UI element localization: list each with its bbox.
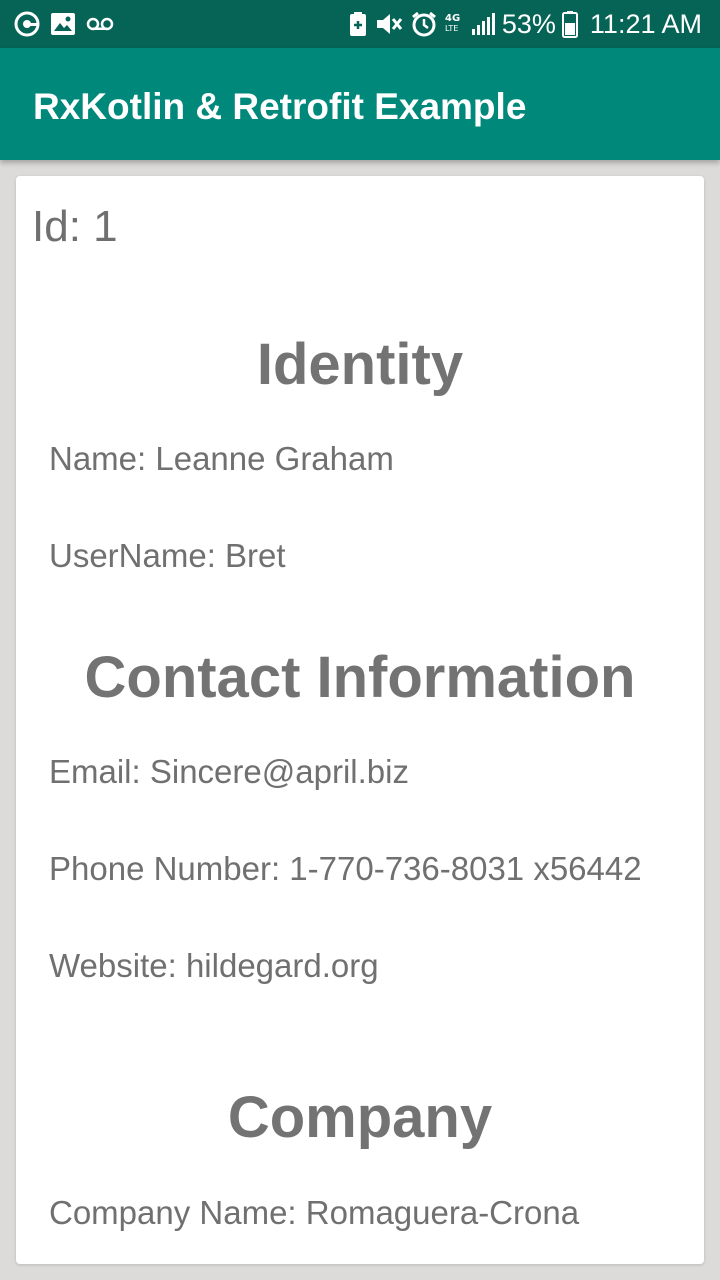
battery-saver-icon (348, 11, 368, 37)
app-toolbar: RxKotlin & Retrofit Example (0, 48, 720, 160)
voicemail-icon (86, 16, 114, 32)
company-heading: Company (227, 1085, 493, 1150)
signal-icon (470, 11, 496, 37)
app-notification-icon (14, 11, 40, 37)
svg-text:4G: 4G (445, 13, 460, 24)
username-field: UserName: Bret (49, 537, 286, 574)
company-name-field: Company Name: Romaguera-Crona (49, 1194, 580, 1231)
status-left-icons (14, 9, 114, 39)
identity-heading: Identity (256, 332, 464, 397)
status-bar: 4G LTE 53% 11:21 AM (0, 0, 720, 48)
battery-icon (561, 10, 578, 38)
image-icon (50, 12, 76, 36)
website-field: Website: hildegard.org (49, 947, 379, 984)
app-title: RxKotlin & Retrofit Example (33, 86, 527, 127)
user-id-label: Id: 1 (32, 202, 118, 251)
email-field: Email: Sincere@april.biz (49, 753, 409, 790)
clock-time: 11:21 AM (589, 8, 702, 39)
contact-heading: Contact Information (84, 645, 636, 710)
svg-text:LTE: LTE (445, 24, 458, 33)
name-field: Name: Leanne Graham (49, 440, 394, 477)
battery-percent: 53% (501, 8, 556, 39)
status-right-icons: 4G LTE 53% 11:21 AM (348, 6, 702, 42)
user-card: Id: 1 Identity Name: Leanne Graham UserN… (16, 176, 704, 1264)
phone-field: Phone Number: 1-770-736-8031 x56442 (49, 850, 642, 887)
alarm-icon (410, 10, 438, 38)
mute-icon (374, 11, 404, 37)
network-4g-icon: 4G LTE (444, 10, 464, 38)
